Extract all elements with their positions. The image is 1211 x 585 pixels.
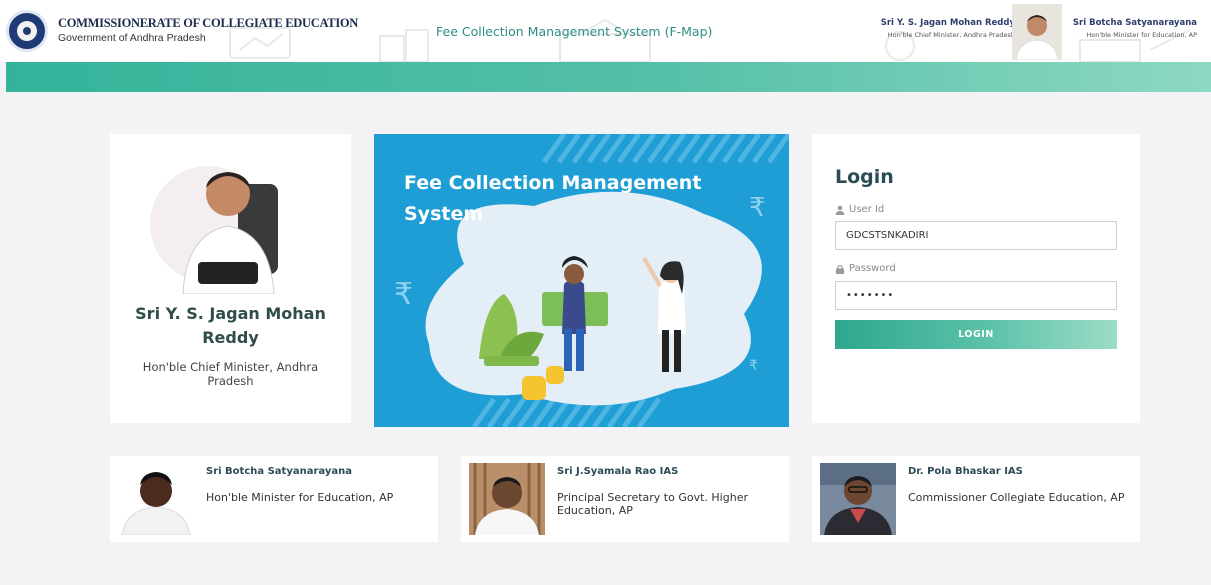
official-role-commissioner: Commissioner Collegiate Education, AP [908, 491, 1125, 504]
cm-role: Hon'ble Chief Minister, Andhra Pradesh [142, 360, 319, 388]
header-minister-role: Hon'ble Minister for Education, AP [1086, 31, 1197, 39]
user-id-label-text: User Id [849, 204, 885, 215]
official-card-minister: Sri Botcha Satyanarayana Hon'ble Ministe… [110, 456, 438, 542]
cm-name: Sri Y. S. Jagan Mohan Reddy [135, 304, 326, 347]
commissionerate-logo [6, 10, 48, 52]
header-minister-info: Sri Botcha Satyanarayana Hon'ble Ministe… [1073, 18, 1197, 39]
header-cm-photo [1012, 4, 1062, 60]
header-cm-name: Sri Y. S. Jagan Mohan Reddy [880, 18, 1015, 28]
password-label-text: Password [849, 263, 896, 274]
official-role-minister: Hon'ble Minister for Education, AP [206, 491, 394, 504]
lock-icon [836, 264, 844, 274]
org-subtitle: Government of Andhra Pradesh [58, 32, 206, 44]
site-header: COMMISSIONERATE OF COLLEGIATE EDUCATION … [0, 0, 1211, 62]
header-cm-role: Hon'ble Chief Minister, Andhra Pradesh [887, 31, 1015, 39]
org-title: COMMISSIONERATE OF COLLEGIATE EDUCATION [58, 16, 359, 30]
header-banner-strip [6, 62, 1211, 92]
hero-title: Fee Collection Management System [404, 172, 702, 225]
official-name-principal-secretary: Sri J.Syamala Rao IAS [557, 466, 679, 477]
cm-profile-card: Sri Y. S. Jagan Mohan Reddy Hon'ble Chie… [110, 134, 351, 423]
password-label: Password [835, 263, 896, 274]
user-id-input[interactable] [835, 221, 1117, 250]
user-icon [835, 205, 845, 215]
rupee-icon: ₹ [394, 277, 413, 312]
official-photo-commissioner [820, 463, 896, 535]
header-cm-info: Sri Y. S. Jagan Mohan Reddy Hon'ble Chie… [881, 18, 1015, 39]
official-name-minister: Sri Botcha Satyanarayana [206, 466, 352, 477]
header-minister-name: Sri Botcha Satyanarayana [1072, 18, 1197, 28]
user-id-label: User Id [835, 204, 884, 215]
svg-text:₹: ₹ [749, 358, 758, 374]
hero-illustration: ₹ ₹ ₹ Fee Collection Management System [374, 134, 789, 427]
official-role-principal-secretary: Principal Secretary to Govt. Higher Educ… [557, 491, 748, 517]
cm-photo [128, 144, 333, 294]
official-photo-principal-secretary [469, 463, 545, 535]
login-card: Login User Id Password LOGIN [812, 134, 1140, 423]
app-title: Fee Collection Management System (F-Map) [436, 24, 713, 39]
official-card-principal-secretary: Sri J.Syamala Rao IAS Principal Secretar… [461, 456, 789, 542]
official-photo-minister [118, 463, 194, 535]
login-title: Login [835, 166, 894, 188]
password-input[interactable] [835, 281, 1117, 310]
official-card-commissioner: Dr. Pola Bhaskar IAS Commissioner Colleg… [812, 456, 1140, 542]
official-name-commissioner: Dr. Pola Bhaskar IAS [908, 466, 1023, 477]
login-button[interactable]: LOGIN [835, 320, 1117, 349]
